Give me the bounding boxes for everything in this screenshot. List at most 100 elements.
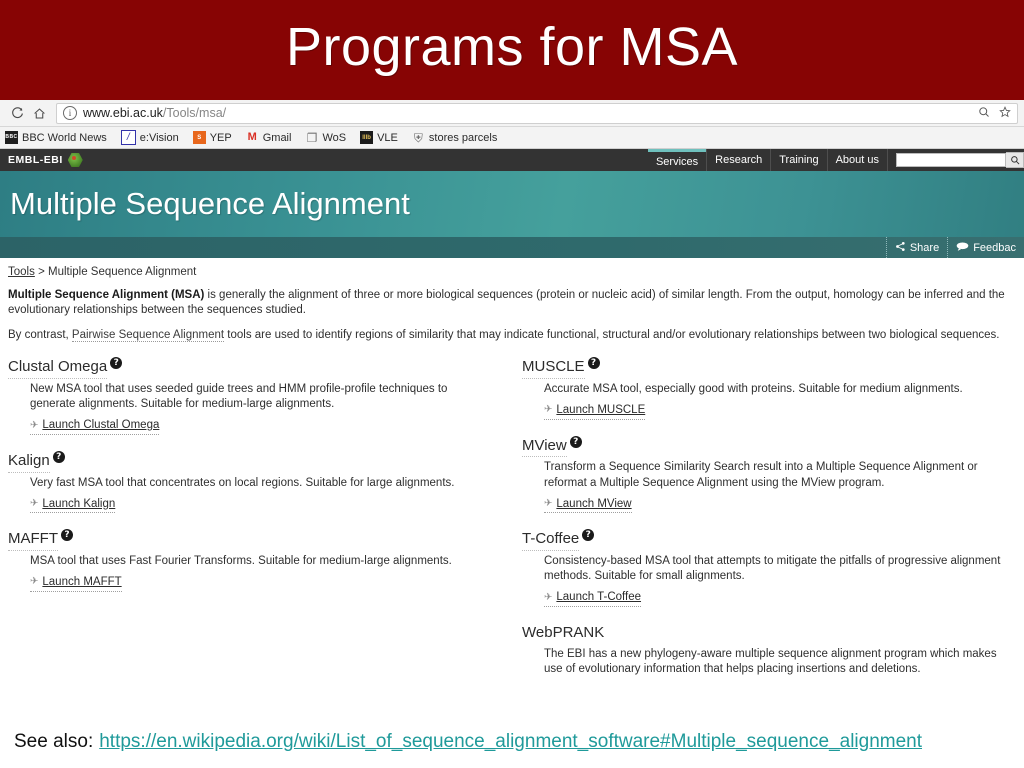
share-button[interactable]: Share xyxy=(885,237,947,258)
brand-text: EMBL-EBI xyxy=(8,154,63,166)
launch-label: Launch MAFFT xyxy=(42,575,122,588)
vle-icon: lllb xyxy=(360,131,374,144)
intro-paragraph: Multiple Sequence Alignment (MSA) is gen… xyxy=(8,288,1016,318)
launch-label: Launch Kalign xyxy=(42,497,116,510)
shield-icon: ⛨ xyxy=(413,130,423,145)
embl-ebi-hexagon-logo xyxy=(67,152,83,168)
bookmark-label: Gmail xyxy=(262,131,292,144)
pairwise-sequence-alignment-link[interactable]: Pairwise Sequence Alignment xyxy=(71,329,225,343)
launch-kalign-link[interactable]: ✈ Launch Kalign xyxy=(30,496,116,514)
browser-toolbar: i www.ebi.ac.uk/Tools/msa/ xyxy=(0,100,1024,127)
address-bar[interactable]: i www.ebi.ac.uk/Tools/msa/ xyxy=(56,102,1018,124)
tool-description: Consistency-based MSA tool that attempts… xyxy=(544,554,1001,583)
help-question-icon[interactable]: ? xyxy=(52,450,65,463)
launch-muscle-link[interactable]: ✈ Launch MUSCLE xyxy=(544,402,646,420)
tool-mafft: MAFFT ? MSA tool that uses Fast Fourier … xyxy=(8,528,488,592)
bookmark-yep[interactable]: S YEP xyxy=(192,131,232,144)
tool-name[interactable]: MView xyxy=(522,435,567,458)
launch-label: Launch Clustal Omega xyxy=(42,419,160,432)
bookmarks-bar: BBC BBC World News / e:Vision S YEP M Gm… xyxy=(0,127,1024,149)
tool-title: Clustal Omega ? xyxy=(8,356,488,379)
launch-mview-link[interactable]: ✈ Launch MView xyxy=(544,496,632,514)
tool-t-coffee: T-Coffee ? Consistency-based MSA tool th… xyxy=(522,528,1016,607)
bookmark-wos[interactable]: ❐ WoS xyxy=(305,131,347,144)
tool-title: MView ? xyxy=(522,435,1016,458)
nav-item-training[interactable]: Training xyxy=(770,149,826,171)
share-icon xyxy=(895,241,906,255)
tool-name[interactable]: MUSCLE xyxy=(522,356,585,379)
share-feedback-strip: Share Feedbac xyxy=(0,237,1024,258)
share-label: Share xyxy=(909,241,940,254)
url-host: www.ebi.ac.uk xyxy=(83,106,163,120)
wrench-icon: ✈ xyxy=(30,419,39,431)
search-input[interactable] xyxy=(896,153,1006,167)
tool-title: Kalign ? xyxy=(8,450,488,473)
tool-name[interactable]: Clustal Omega xyxy=(8,356,108,379)
feedback-label: Feedbac xyxy=(973,241,1016,254)
tools-grid: Clustal Omega ? New MSA tool that uses s… xyxy=(8,356,1016,692)
tool-description: MSA tool that uses Fast Fourier Transfor… xyxy=(30,554,452,567)
bookmark-vle[interactable]: lllb VLE xyxy=(360,131,398,144)
contrast-pre: By contrast, xyxy=(8,329,72,342)
nav-item-about-us[interactable]: About us xyxy=(826,149,887,171)
info-icon[interactable]: i xyxy=(63,106,77,120)
bookmark-gmail[interactable]: M Gmail xyxy=(246,131,292,144)
tool-name[interactable]: MAFFT xyxy=(8,528,58,551)
slide-title-banner: Programs for MSA xyxy=(0,0,1024,100)
embl-ebi-logo[interactable]: EMBL-EBI xyxy=(0,149,83,171)
bookmark-evision[interactable]: / e:Vision xyxy=(120,130,179,145)
tool-muscle: MUSCLE ? Accurate MSA tool, especially g… xyxy=(522,356,1016,420)
bookmark-label: BBC World News xyxy=(22,131,107,144)
bookmark-label: e:Vision xyxy=(139,131,179,144)
tool-title: MAFFT ? xyxy=(8,528,488,551)
zoom-out-icon[interactable] xyxy=(978,106,990,121)
wikipedia-link[interactable]: https://en.wikipedia.org/wiki/List_of_se… xyxy=(99,731,922,753)
tool-name[interactable]: Kalign xyxy=(8,450,50,473)
tool-description: Transform a Sequence Similarity Search r… xyxy=(544,461,978,489)
help-question-icon[interactable]: ? xyxy=(569,435,582,448)
launch-t-coffee-link[interactable]: ✈ Launch T-Coffee xyxy=(544,589,642,607)
launch-label: Launch MView xyxy=(556,497,632,510)
tool-title: MUSCLE ? xyxy=(522,356,1016,379)
nav-item-research[interactable]: Research xyxy=(706,149,770,171)
bookmark-stores-parcels[interactable]: ⛨ stores parcels xyxy=(412,130,498,145)
site-search xyxy=(887,149,1024,171)
tool-description: New MSA tool that uses seeded guide tree… xyxy=(30,382,448,411)
yep-icon: S xyxy=(192,131,206,144)
reload-icon[interactable] xyxy=(6,102,28,124)
tools-column-left: Clustal Omega ? New MSA tool that uses s… xyxy=(8,356,512,606)
breadcrumb-tools-link[interactable]: Tools xyxy=(8,266,35,278)
tool-description: The EBI has a new phylogeny-aware multip… xyxy=(544,647,997,675)
tool-name[interactable]: T-Coffee xyxy=(522,528,580,551)
launch-label: Launch MUSCLE xyxy=(556,403,646,416)
tool-description: Accurate MSA tool, especially good with … xyxy=(544,382,963,395)
help-question-icon[interactable]: ? xyxy=(61,529,73,542)
bookmark-label: WoS xyxy=(322,131,347,144)
feedback-button[interactable]: Feedbac xyxy=(947,237,1024,258)
wrench-icon: ✈ xyxy=(544,404,553,416)
tool-kalign: Kalign ? Very fast MSA tool that concent… xyxy=(8,450,488,514)
tool-webprank: WebPRANK The EBI has a new phylogeny-awa… xyxy=(522,622,1016,677)
tool-title: WebPRANK xyxy=(522,622,1016,644)
tool-description: Very fast MSA tool that concentrates on … xyxy=(30,476,455,489)
bookmark-bbc-world-news[interactable]: BBC BBC World News xyxy=(5,131,107,144)
evision-icon: / xyxy=(120,130,136,145)
nav-item-services[interactable]: Services xyxy=(647,149,707,171)
page-content: Tools > Multiple Sequence Alignment Mult… xyxy=(0,258,1024,692)
help-question-icon[interactable]: ? xyxy=(587,357,600,370)
launch-mafft-link[interactable]: ✈ Launch MAFFT xyxy=(30,574,122,592)
help-question-icon[interactable]: ? xyxy=(110,357,123,370)
launch-clustal-omega-link[interactable]: ✈ Launch Clustal Omega xyxy=(30,417,160,435)
breadcrumb: Tools > Multiple Sequence Alignment xyxy=(8,264,1016,281)
hero-banner: Multiple Sequence Alignment xyxy=(0,171,1024,237)
home-icon[interactable] xyxy=(28,102,50,124)
page-title: Programs for MSA xyxy=(285,17,739,77)
help-question-icon[interactable]: ? xyxy=(582,529,595,542)
bookmark-label: YEP xyxy=(209,131,232,144)
search-icon[interactable] xyxy=(1006,152,1024,168)
breadcrumb-current: Multiple Sequence Alignment xyxy=(47,266,197,278)
tool-name[interactable]: WebPRANK xyxy=(522,622,604,644)
star-icon[interactable] xyxy=(999,105,1011,121)
url-path: /Tools/msa/ xyxy=(162,106,227,120)
nav-label: Services xyxy=(655,155,699,168)
